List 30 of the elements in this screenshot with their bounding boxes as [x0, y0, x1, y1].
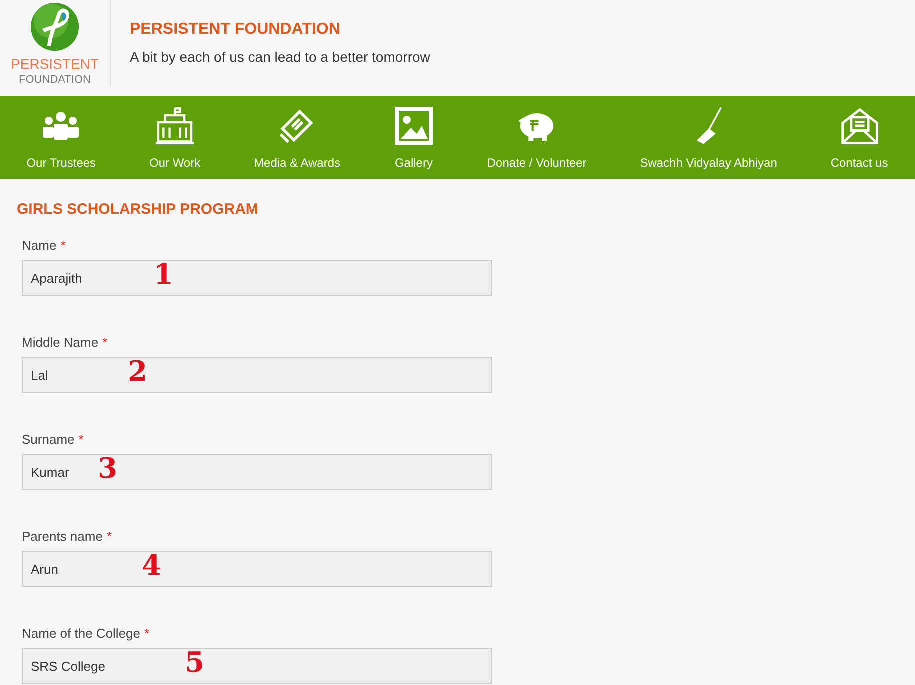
image-icon: [394, 106, 434, 146]
nav-link[interactable]: Donate / Volunteer: [487, 96, 587, 179]
required-asterisk: *: [78, 432, 84, 447]
required-asterisk: *: [106, 529, 112, 544]
field-label: Surname: [22, 432, 75, 447]
annotation-number: 1: [154, 260, 174, 290]
nav-link[interactable]: Swachh Vidyalay Abhiyan: [640, 96, 778, 179]
nav-link[interactable]: Our Work: [149, 96, 201, 179]
field-label: Parents name: [22, 529, 103, 544]
nav-link[interactable]: Gallery: [394, 96, 434, 179]
field-label: Name of the College: [22, 626, 141, 641]
nav-link[interactable]: Media & Awards: [254, 96, 341, 179]
required-asterisk: *: [102, 335, 108, 350]
annotation-number: 2: [128, 357, 148, 387]
field-label: Name: [22, 238, 57, 253]
annotation-number: 3: [98, 454, 118, 484]
logo-wordmark: PERSISTENT: [11, 56, 99, 72]
required-asterisk: *: [144, 626, 150, 641]
annotation-number: 5: [185, 648, 204, 678]
form-title: GIRLS SCHOLARSHIP PROGRAM: [17, 201, 260, 218]
nav-link[interactable]: Our Trustees: [26, 96, 96, 179]
tagline: A bit by each of us can lead to a better tomorrow: [130, 49, 430, 65]
building-icon: [155, 106, 196, 146]
logo-subtitle: FOUNDATION: [19, 74, 91, 86]
required-asterisk: *: [60, 238, 66, 253]
site-title: PERSISTENT FOUNDATION: [130, 21, 342, 39]
nav-link[interactable]: Contact us: [830, 96, 888, 179]
annotation-number: 4: [142, 551, 162, 581]
envelope-icon: [840, 106, 880, 146]
field-label: Middle Name: [22, 335, 99, 350]
